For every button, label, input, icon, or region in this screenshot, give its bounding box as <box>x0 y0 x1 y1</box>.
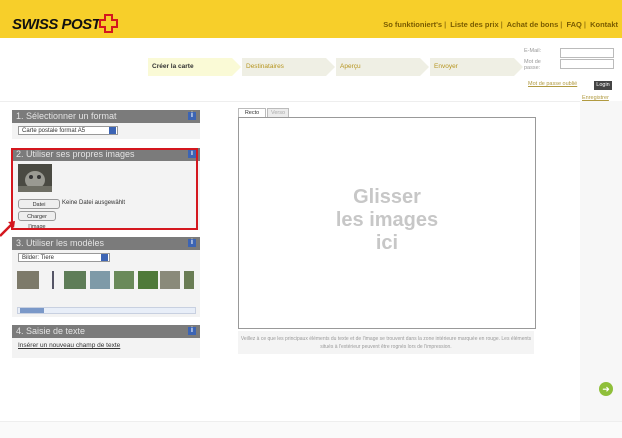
template-thumbnail[interactable] <box>64 271 86 289</box>
nav-buy-vouchers[interactable]: Achat de bons <box>507 20 559 29</box>
template-scrollbar[interactable] <box>17 307 196 314</box>
canvas-note: Veillez à ce que les principaux éléments… <box>238 331 534 354</box>
chevron-down-icon <box>109 127 116 134</box>
template-select-value: Bilder: Tiere <box>22 255 55 261</box>
chevron-down-icon <box>101 254 108 261</box>
login-button[interactable]: Login <box>594 81 612 90</box>
info-icon[interactable]: i <box>188 327 196 335</box>
panel-text-title: 4. Saisie de texte i <box>12 325 200 338</box>
template-thumbnail[interactable] <box>184 271 194 289</box>
nav-contact[interactable]: Kontakt <box>590 20 618 29</box>
drop-text-line: ici <box>375 232 399 254</box>
login-form: E-Mail: Mot de passe: <box>524 48 616 73</box>
header: Créer la carte Destinataires Aperçu Envo… <box>0 38 622 102</box>
template-category-select[interactable]: Bilder: Tiere <box>18 253 110 262</box>
panel-templates-title: 3. Utiliser les modèles i <box>12 237 200 250</box>
password-label: Mot de passe: <box>524 59 541 71</box>
drop-text-line: les images <box>335 209 439 231</box>
nav-how-it-works[interactable]: So funktioniert's <box>383 20 442 29</box>
top-bar: SWISS POST So funktioniert's | Liste des … <box>0 0 622 38</box>
panel-title-text: 3. Utiliser les modèles <box>16 238 105 248</box>
step-preview[interactable]: Aperçu <box>336 58 429 76</box>
info-icon[interactable]: i <box>188 112 196 120</box>
panel-text: 4. Saisie de texte i Insérer un nouveau c… <box>12 325 200 358</box>
template-thumbnail[interactable] <box>160 271 180 289</box>
footer <box>0 421 622 438</box>
step-recipients[interactable]: Destinataires <box>242 58 335 76</box>
nav-faq[interactable]: FAQ <box>566 20 581 29</box>
template-thumbnail[interactable] <box>52 271 54 289</box>
step-send[interactable]: Envoyer <box>430 58 523 76</box>
step-label: Destinataires <box>246 63 284 70</box>
format-select-value: Carte postale format A5 <box>22 128 86 134</box>
scrollbar-thumb[interactable] <box>20 308 44 313</box>
drop-text-line: Glisser <box>353 186 421 208</box>
swiss-post-logo[interactable]: SWISS POST <box>12 16 101 33</box>
drop-zone-text: Glisser les images ici <box>239 186 535 255</box>
email-field[interactable] <box>560 48 614 58</box>
template-thumbnail[interactable] <box>90 271 110 289</box>
forgot-password-link[interactable]: Mot de passe oublié <box>528 81 577 87</box>
top-nav: So funktioniert's | Liste des prix | Achat… <box>383 20 618 29</box>
red-arrow-icon <box>0 221 15 237</box>
card-canvas[interactable]: Glisser les images ici <box>238 117 536 329</box>
format-select[interactable]: Carte postale format A5 <box>18 126 118 135</box>
panel-format: 1. Sélectionner un format i Carte postale… <box>12 110 200 139</box>
step-label: Aperçu <box>340 63 361 70</box>
next-arrow-icon[interactable]: ➜ <box>599 382 613 396</box>
panel-title-text: 4. Saisie de texte <box>16 326 86 336</box>
panel-title-text: 1. Sélectionner un format <box>16 111 117 121</box>
email-label: E-Mail: <box>524 48 542 54</box>
template-thumbnail[interactable] <box>17 271 39 289</box>
swiss-post-cross-icon <box>99 14 118 33</box>
step-label: Envoyer <box>434 63 458 70</box>
right-sidebar <box>580 101 622 421</box>
password-field[interactable] <box>560 59 614 69</box>
info-icon[interactable]: i <box>188 239 196 247</box>
step-create-card[interactable]: Créer la carte <box>148 58 241 76</box>
panel-format-title: 1. Sélectionner un format i <box>12 110 200 123</box>
insert-text-field-link[interactable]: Insérer un nouveau champ de texte <box>18 342 120 349</box>
step-label: Créer la carte <box>152 63 194 70</box>
template-thumbnail[interactable] <box>138 271 158 289</box>
nav-price-list[interactable]: Liste des prix <box>450 20 498 29</box>
template-thumbnail[interactable] <box>114 271 134 289</box>
red-highlight-box <box>11 148 198 230</box>
